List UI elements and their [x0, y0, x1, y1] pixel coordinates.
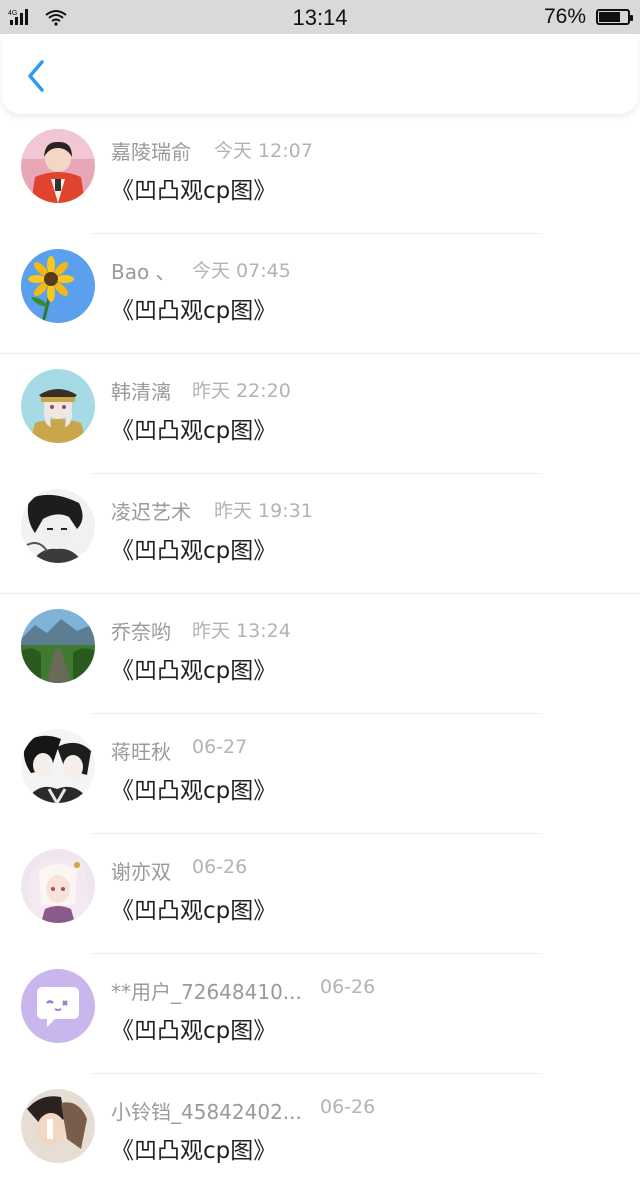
- item-title[interactable]: 《凹凸观cp图》: [111, 771, 276, 805]
- list-item[interactable]: 韩清漓 昨天 22:20 《凹凸观cp图》: [0, 354, 640, 474]
- list-item[interactable]: **用户_72648410... 06-26 《凹凸观cp图》: [0, 954, 640, 1074]
- item-title[interactable]: 《凹凸观cp图》: [111, 891, 276, 925]
- username[interactable]: 嘉陵瑞俞: [111, 136, 191, 165]
- timestamp: 昨天 19:31: [214, 500, 313, 522]
- battery-icon: [596, 9, 633, 25]
- username[interactable]: 韩清漓: [111, 376, 171, 405]
- item-title[interactable]: 《凹凸观cp图》: [111, 531, 276, 565]
- avatar[interactable]: [21, 729, 95, 803]
- status-right: 76%: [543, 5, 633, 29]
- timestamp: 今天 07:45: [192, 260, 291, 282]
- timestamp: 06-26: [320, 1096, 376, 1118]
- top-bar: [2, 34, 638, 114]
- back-button[interactable]: [20, 56, 56, 96]
- username[interactable]: 谢亦双: [111, 856, 171, 885]
- timestamp: 昨天 13:24: [192, 620, 291, 642]
- battery-fill: [599, 12, 620, 22]
- avatar[interactable]: [21, 849, 95, 923]
- avatar[interactable]: [21, 129, 95, 203]
- list-item[interactable]: 乔奈哟 昨天 13:24 《凹凸观cp图》: [0, 594, 640, 714]
- list-item[interactable]: 谢亦双 06-26 《凹凸观cp图》: [0, 834, 640, 954]
- timestamp: 今天 12:07: [214, 140, 313, 162]
- avatar[interactable]: [21, 369, 95, 443]
- avatar[interactable]: [21, 969, 95, 1043]
- username[interactable]: 乔奈哟: [111, 616, 171, 645]
- timestamp: 06-26: [320, 976, 376, 998]
- battery-percent: 76%: [543, 5, 586, 28]
- user-list: 嘉陵瑞俞 今天 12:07 《凹凸观cp图》 Bao 、 今天 07:45 《凹…: [0, 114, 640, 1194]
- avatar[interactable]: [21, 489, 95, 563]
- username[interactable]: **用户_72648410...: [111, 976, 302, 1005]
- item-title[interactable]: 《凹凸观cp图》: [111, 651, 276, 685]
- timestamp: 昨天 22:20: [192, 380, 291, 402]
- chevron-left-icon: [28, 60, 44, 92]
- username[interactable]: Bao 、: [111, 256, 176, 285]
- item-title[interactable]: 《凹凸观cp图》: [111, 171, 276, 205]
- timestamp: 06-26: [192, 856, 248, 878]
- item-title[interactable]: 《凹凸观cp图》: [111, 291, 276, 325]
- avatar[interactable]: [21, 1089, 95, 1163]
- status-bar: 4G 13:14 76%: [0, 0, 640, 34]
- timestamp: 06-27: [192, 736, 248, 758]
- item-title[interactable]: 《凹凸观cp图》: [111, 411, 276, 445]
- avatar[interactable]: [21, 249, 95, 323]
- list-item[interactable]: 蒋旺秋 06-27 《凹凸观cp图》: [0, 714, 640, 834]
- list-item[interactable]: 嘉陵瑞俞 今天 12:07 《凹凸观cp图》: [0, 114, 640, 234]
- avatar[interactable]: [21, 609, 95, 683]
- list-item[interactable]: 凌迟艺术 昨天 19:31 《凹凸观cp图》: [0, 474, 640, 594]
- username[interactable]: 凌迟艺术: [111, 496, 191, 525]
- item-title[interactable]: 《凹凸观cp图》: [111, 1011, 276, 1045]
- list-item[interactable]: 小铃铛_45842402... 06-26 《凹凸观cp图》: [0, 1074, 640, 1194]
- username[interactable]: 小铃铛_45842402...: [111, 1096, 302, 1125]
- item-title[interactable]: 《凹凸观cp图》: [111, 1131, 276, 1165]
- list-item[interactable]: Bao 、 今天 07:45 《凹凸观cp图》: [0, 234, 640, 354]
- username[interactable]: 蒋旺秋: [111, 736, 171, 765]
